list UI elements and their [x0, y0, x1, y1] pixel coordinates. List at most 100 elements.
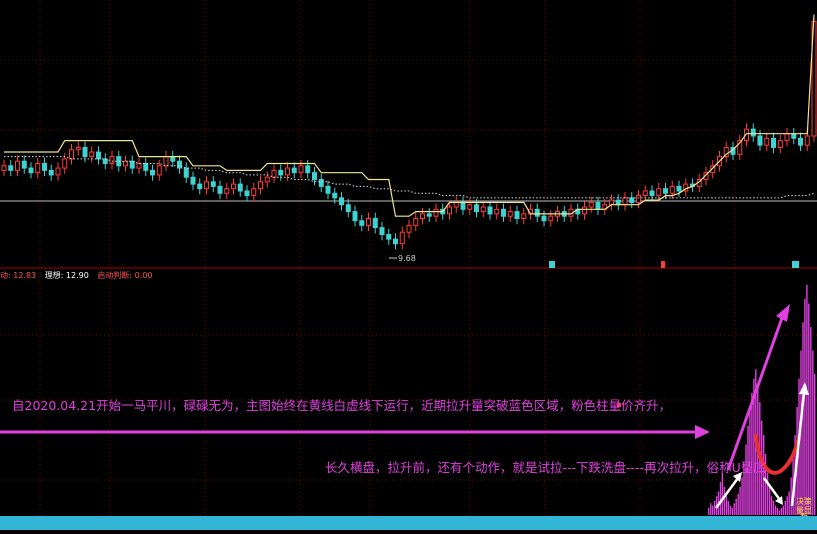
candle-body	[264, 176, 270, 183]
candle-body	[210, 181, 216, 187]
candle-body	[352, 211, 358, 222]
candle-body	[143, 162, 149, 171]
candle-body	[271, 169, 277, 178]
candle-body	[339, 197, 344, 206]
chart-svg: 9.68	[0, 0, 817, 516]
volume-bar	[733, 503, 735, 516]
candle-body	[750, 128, 756, 137]
volume-bar	[814, 374, 816, 515]
indicator-3: 启动判断: 0.00	[97, 271, 153, 280]
candle-body	[42, 162, 47, 171]
bottom-marker-1	[549, 261, 555, 268]
volume-bar	[804, 298, 806, 515]
candle-body	[8, 165, 14, 171]
candle-body	[595, 201, 601, 210]
volume-bar	[772, 500, 775, 515]
candle-body	[669, 185, 675, 194]
candle-body	[582, 206, 587, 215]
volume-bar	[810, 327, 812, 515]
low-price-label: 9.68	[398, 254, 416, 263]
candle-body	[69, 149, 74, 160]
candle-body	[663, 188, 668, 194]
volume-bar	[808, 303, 810, 515]
candle-body	[345, 204, 351, 213]
candle-body	[190, 176, 196, 185]
volume-bar	[768, 486, 771, 515]
candle-body	[156, 165, 162, 176]
candle-body	[534, 208, 540, 217]
candle-body	[548, 215, 554, 222]
candle-body	[615, 199, 621, 206]
candle-body	[291, 167, 297, 174]
candle-body	[62, 158, 68, 169]
yellow-line	[4, 14, 815, 217]
candle-body	[460, 201, 466, 210]
volume-bar	[721, 472, 724, 515]
candle-body	[251, 188, 257, 197]
candle-body	[757, 135, 763, 146]
chart-stage: 9.68 动: 12.83 理想: 12.90 启动判断: 0.00 自2020…	[0, 0, 817, 530]
annotation-line-2: 长久横盘，拉升前，还有个动作，就是试拉---下跌洗盘----再次拉升，俗称U型底	[325, 460, 766, 475]
volume-bar	[708, 507, 710, 515]
candle-body	[372, 217, 378, 229]
volume-bar	[778, 510, 781, 515]
candle-body	[636, 195, 641, 203]
candle-body	[399, 231, 405, 245]
candle-body	[82, 146, 88, 158]
candle-body	[231, 183, 236, 190]
volume-bar	[802, 322, 804, 515]
indicator-row: 动: 12.83 理想: 12.90 启动判断: 0.00	[0, 270, 158, 281]
candle-body	[163, 156, 169, 167]
candle-body	[150, 169, 155, 176]
volume-bar	[751, 392, 753, 515]
candle-body	[1, 165, 7, 171]
candle-body	[237, 183, 243, 192]
candle-body	[21, 160, 27, 169]
candle-body	[102, 158, 108, 164]
candle-body	[487, 206, 493, 215]
candle-body	[467, 204, 473, 210]
candle-body	[48, 169, 54, 176]
candle-body	[622, 197, 628, 206]
candle-body	[285, 167, 290, 176]
candle-body	[541, 215, 547, 222]
candle-body	[764, 137, 770, 146]
volume-bar	[713, 500, 716, 515]
candle-body	[332, 192, 338, 199]
candle-body	[804, 135, 810, 146]
volume-bar	[790, 477, 792, 515]
volume-bar	[770, 496, 773, 515]
candle-body	[609, 199, 614, 206]
candle-body	[420, 213, 425, 219]
candle-body	[447, 206, 452, 215]
candle-body	[136, 162, 142, 169]
volume-bar	[711, 505, 714, 515]
candle-body	[507, 211, 513, 217]
candle-body	[494, 208, 500, 215]
candle-body	[453, 201, 459, 208]
candles	[1, 15, 817, 250]
volume-bar	[723, 486, 726, 515]
volume-bar	[729, 505, 731, 515]
volume-bar	[731, 507, 733, 515]
candle-body	[791, 133, 797, 139]
candle-body	[413, 217, 419, 226]
candle-body	[514, 211, 520, 219]
candle-body	[55, 167, 61, 176]
candle-body	[75, 146, 81, 151]
volume-bar	[739, 486, 741, 515]
bottom-marker-3	[792, 261, 799, 268]
candle-body	[318, 179, 324, 187]
magenta-diagonal-arrow	[726, 317, 784, 471]
candle-body	[359, 220, 365, 226]
candle-body	[35, 162, 41, 174]
candle-body	[474, 204, 479, 213]
candle-body	[676, 185, 682, 192]
candle-body	[244, 190, 250, 197]
candle-body	[642, 190, 648, 197]
candle-body	[798, 137, 803, 146]
volume-bar	[735, 498, 737, 516]
volume-bar	[710, 503, 712, 516]
candle-body	[177, 160, 182, 169]
bottom-marker-2	[661, 261, 665, 268]
